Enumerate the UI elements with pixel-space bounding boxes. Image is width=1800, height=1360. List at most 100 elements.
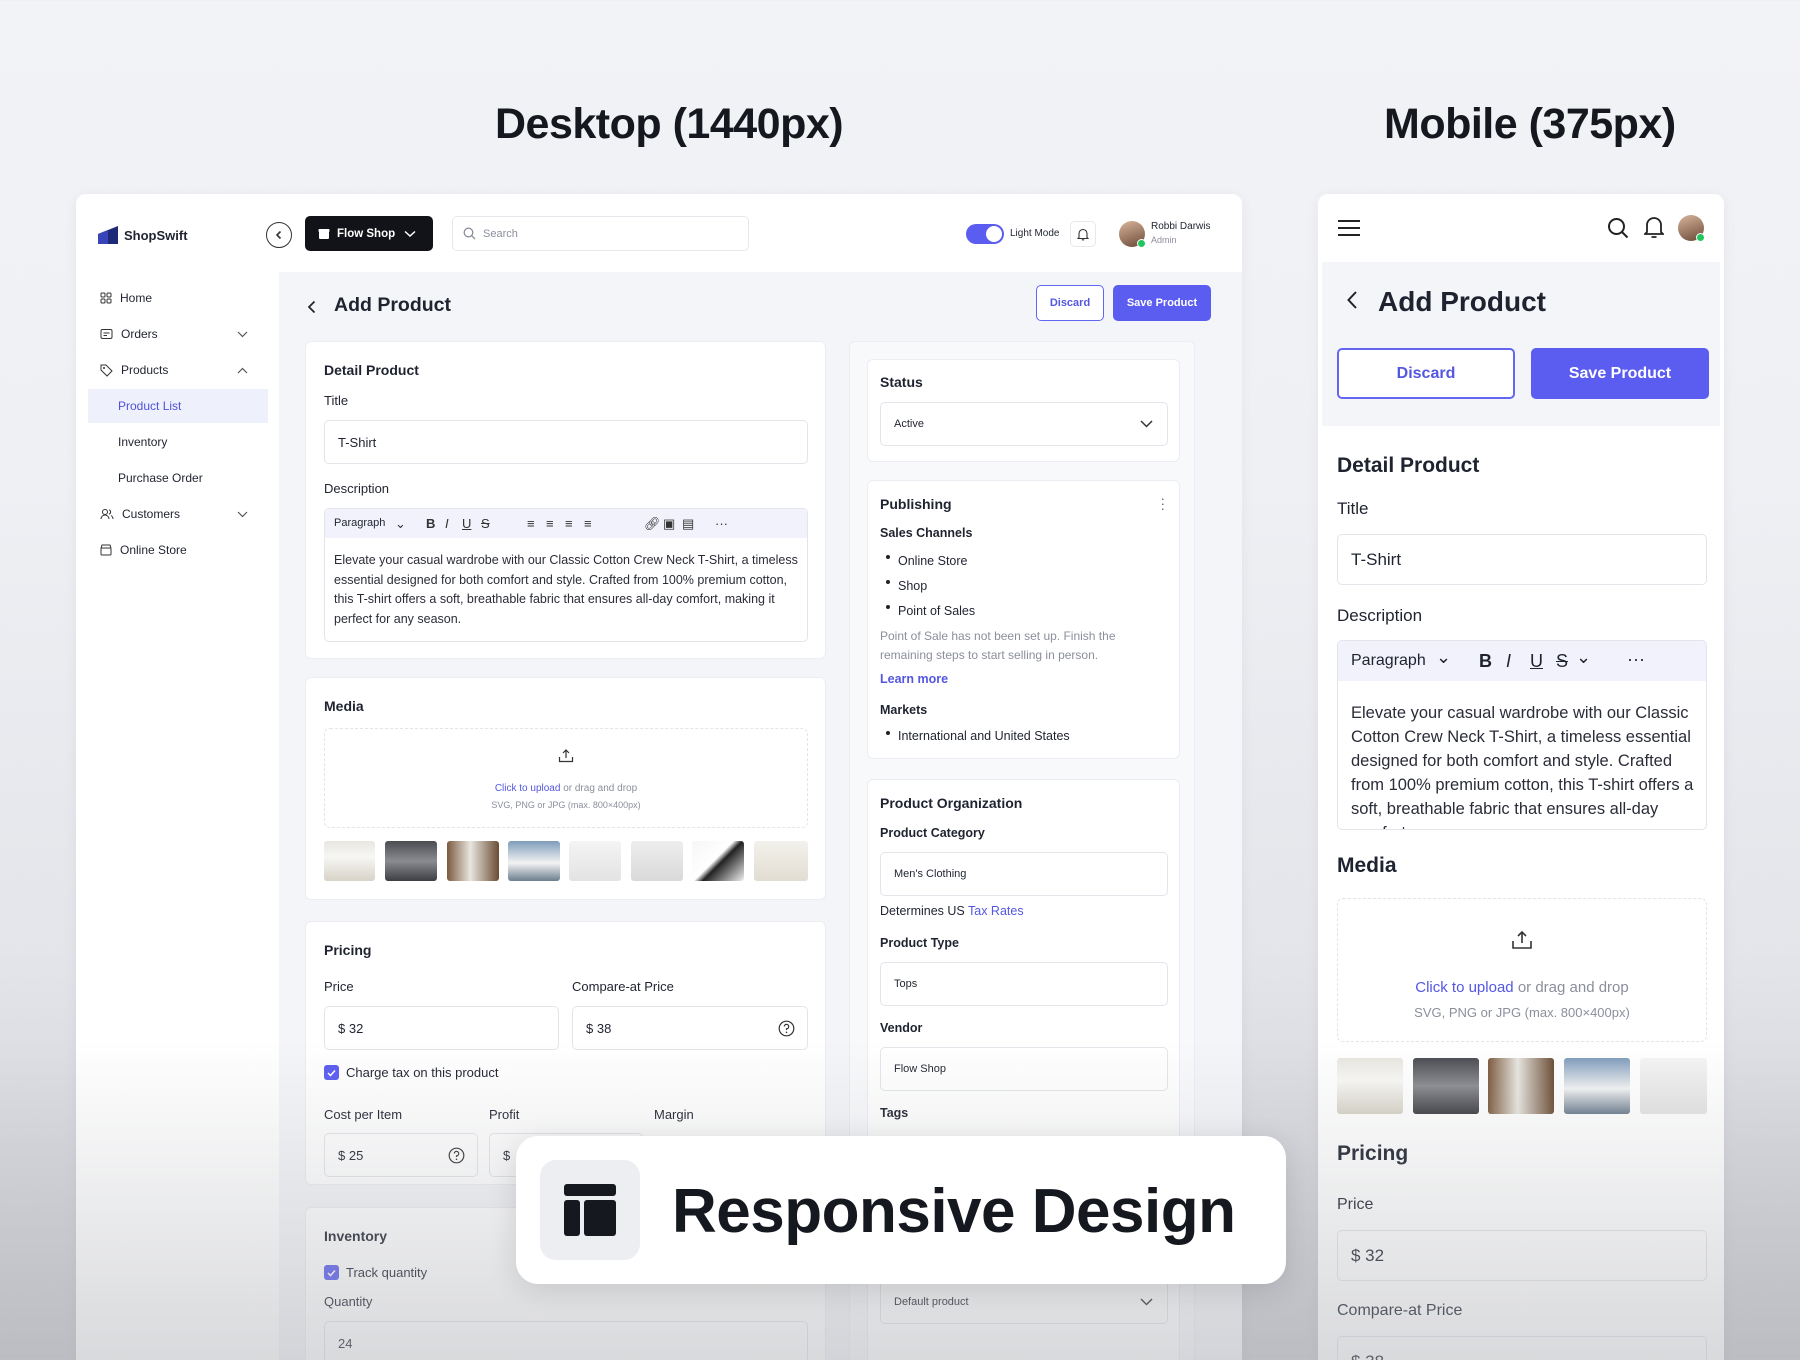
page-title: Add Product xyxy=(1378,286,1546,317)
quantity-input[interactable]: 24 xyxy=(324,1321,808,1360)
sidebar-item-purchase-order[interactable]: Purchase Order xyxy=(88,461,268,495)
search-placeholder: Search xyxy=(483,227,518,240)
product-thumbnail[interactable] xyxy=(1337,1058,1403,1114)
shop-selector[interactable]: Flow Shop xyxy=(305,216,433,251)
compare-price-input[interactable]: $ 38 xyxy=(572,1006,808,1050)
product-thumbnail[interactable] xyxy=(631,841,683,881)
strikethrough-icon[interactable]: S xyxy=(1556,651,1568,672)
users-icon xyxy=(100,509,114,520)
product-thumbnail[interactable] xyxy=(1564,1058,1630,1114)
product-thumbnail[interactable] xyxy=(1413,1058,1479,1114)
logo[interactable]: ShopSwift xyxy=(98,226,188,244)
vendor-input[interactable]: Flow Shop xyxy=(880,1047,1168,1091)
more-vertical-icon[interactable]: · · · xyxy=(1161,492,1165,515)
help-icon[interactable] xyxy=(778,1020,795,1037)
image-icon[interactable]: ▣ xyxy=(663,516,675,532)
description-editor[interactable]: Paragraph ⌄ B I U S ⌄ ··· Elevate your c… xyxy=(1337,640,1707,830)
bell-icon[interactable] xyxy=(1644,216,1664,239)
search-input[interactable]: Search xyxy=(452,216,749,251)
italic-icon[interactable]: I xyxy=(1506,651,1511,672)
notifications-button[interactable] xyxy=(1070,221,1096,247)
discard-button[interactable]: Discard xyxy=(1337,348,1515,399)
chevron-down-icon[interactable]: ⌄ xyxy=(395,516,406,532)
sidebar-item-online-store[interactable]: Online Store xyxy=(88,533,268,567)
sidebar-item-inventory[interactable]: Inventory xyxy=(88,425,268,459)
product-thumbnail[interactable] xyxy=(1488,1058,1554,1114)
help-icon[interactable] xyxy=(448,1147,465,1164)
title-input[interactable]: T-Shirt xyxy=(324,420,808,464)
tax-rates-link[interactable]: Tax Rates xyxy=(968,904,1024,918)
logo-icon xyxy=(98,226,118,244)
check-icon xyxy=(327,1069,336,1077)
template-select[interactable]: Default product xyxy=(880,1280,1168,1324)
title-input[interactable]: T-Shirt xyxy=(1337,534,1707,585)
upload-formats: SVG, PNG or JPG (max. 800×400px) xyxy=(1414,1005,1630,1020)
video-icon[interactable]: ▤ xyxy=(682,516,694,532)
link-icon[interactable]: 🔗︎ xyxy=(644,516,661,532)
more-icon[interactable]: ··· xyxy=(715,516,728,531)
italic-icon[interactable]: I xyxy=(445,516,449,531)
track-quantity-checkbox[interactable] xyxy=(324,1265,339,1280)
sidebar-item-orders[interactable]: Orders xyxy=(88,317,268,351)
upload-link[interactable]: Click to upload xyxy=(1415,979,1513,996)
grid-icon xyxy=(100,292,112,304)
section-heading: Detail Product xyxy=(1337,454,1480,477)
category-input[interactable]: Men's Clothing xyxy=(880,852,1168,896)
product-thumbnail[interactable] xyxy=(324,841,375,881)
compare-price-input[interactable]: $ 38 xyxy=(1337,1336,1707,1360)
product-type-input[interactable]: Tops xyxy=(880,962,1168,1006)
strikethrough-icon[interactable]: S xyxy=(481,516,490,531)
upload-link[interactable]: Click to upload xyxy=(495,783,561,794)
learn-more-link[interactable]: Learn more xyxy=(880,672,948,686)
sidebar-item-home[interactable]: Home xyxy=(88,281,268,315)
user-role: Admin xyxy=(1151,235,1177,245)
discard-button[interactable]: Discard xyxy=(1036,285,1104,321)
cost-input[interactable]: $ 25 xyxy=(324,1133,478,1177)
avatar[interactable] xyxy=(1119,221,1146,248)
avatar[interactable] xyxy=(1678,215,1705,242)
save-product-button[interactable]: Save Product xyxy=(1531,348,1709,399)
product-thumbnail[interactable] xyxy=(754,841,808,881)
sidebar-item-label: Product List xyxy=(118,399,182,413)
upload-dropzone[interactable]: Click to upload or drag and drop SVG, PN… xyxy=(1337,898,1707,1042)
align-center-icon[interactable]: ≡ xyxy=(546,516,554,531)
description-label: Description xyxy=(324,481,390,496)
underline-icon[interactable]: U xyxy=(462,516,471,531)
product-thumbnail[interactable] xyxy=(1640,1058,1707,1114)
sidebar-item-product-list[interactable]: Product List xyxy=(88,389,268,423)
chevron-down-icon[interactable]: ⌄ xyxy=(1436,647,1451,668)
product-thumbnail[interactable] xyxy=(385,841,437,881)
collapse-button[interactable] xyxy=(266,222,292,248)
price-input[interactable]: $ 32 xyxy=(324,1006,559,1050)
back-arrow-icon[interactable] xyxy=(307,300,317,314)
align-left-icon[interactable]: ≡ xyxy=(527,516,535,531)
status-select[interactable]: Active xyxy=(880,402,1168,446)
sidebar-item-customers[interactable]: Customers xyxy=(88,497,268,531)
search-icon[interactable] xyxy=(1607,217,1629,239)
align-justify-icon[interactable]: ≡ xyxy=(584,516,592,531)
upload-dropzone[interactable]: Click to upload or drag and drop SVG, PN… xyxy=(324,728,808,828)
paragraph-select[interactable]: Paragraph xyxy=(334,517,385,529)
charge-tax-checkbox[interactable] xyxy=(324,1065,339,1080)
product-thumbnail[interactable] xyxy=(447,841,499,881)
hamburger-menu-icon[interactable] xyxy=(1338,220,1360,236)
bold-icon[interactable]: B xyxy=(1479,651,1492,672)
product-thumbnail[interactable] xyxy=(569,841,621,881)
more-icon[interactable]: ··· xyxy=(1627,649,1645,670)
paragraph-select[interactable]: Paragraph xyxy=(1351,652,1426,670)
back-arrow-icon[interactable] xyxy=(1346,290,1359,310)
sidebar-item-products[interactable]: Products xyxy=(88,353,268,387)
save-product-button[interactable]: Save Product xyxy=(1113,285,1211,321)
product-thumbnail[interactable] xyxy=(508,841,560,881)
media-card: Media Click to upload or drag and drop S… xyxy=(305,677,826,900)
product-thumbnail[interactable] xyxy=(692,841,744,881)
description-editor[interactable]: Paragraph ⌄ B I U S ≡ ≡ ≡ ≡ 🔗︎ ▣ ▤ ··· E… xyxy=(324,508,808,642)
chevron-down-icon[interactable]: ⌄ xyxy=(1576,647,1591,668)
align-right-icon[interactable]: ≡ xyxy=(565,516,573,531)
light-mode-toggle[interactable] xyxy=(966,224,1004,244)
description-label: Description xyxy=(1337,606,1423,625)
bold-icon[interactable]: B xyxy=(426,516,435,531)
tag-icon xyxy=(100,364,113,377)
underline-icon[interactable]: U xyxy=(1530,651,1543,672)
price-input[interactable]: $ 32 xyxy=(1337,1230,1707,1281)
